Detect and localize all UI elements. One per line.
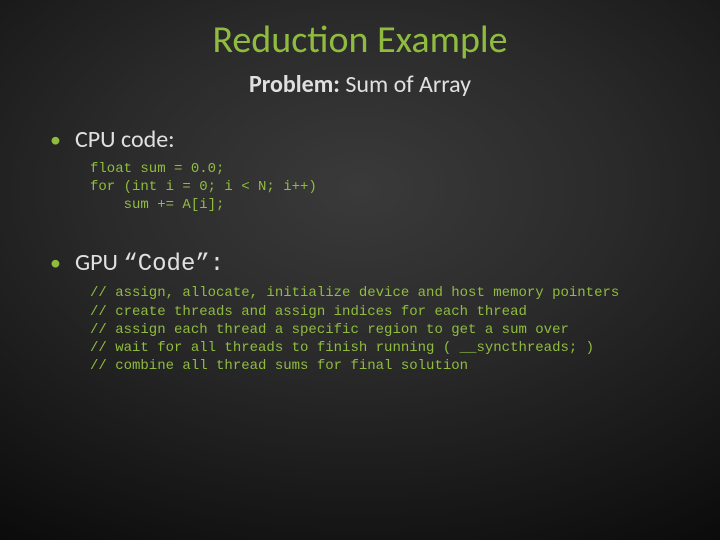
bullet-gpu-prefix: GPU [75, 248, 123, 277]
bullet-gpu-text: GPU “Code”: [75, 248, 224, 278]
subtitle-value: Sum of Array [340, 70, 471, 99]
bullet-gpu: • GPU “Code”: [50, 248, 670, 278]
bullet-gpu-code-word: “Code”: [123, 251, 224, 278]
bullet-dot-icon: • [50, 129, 61, 151]
code-gpu: // assign, allocate, initialize device a… [90, 284, 670, 375]
slide-title: Reduction Example [0, 20, 720, 62]
slide: Reduction Example Problem: Sum of Array … [0, 0, 720, 540]
spacer [50, 214, 670, 248]
bullet-cpu: • CPU code: [50, 125, 670, 154]
slide-content: • CPU code: float sum = 0.0; for (int i … [0, 99, 720, 376]
code-cpu: float sum = 0.0; for (int i = 0; i < N; … [90, 160, 670, 215]
bullet-cpu-text: CPU code: [75, 125, 175, 154]
bullet-dot-icon: • [50, 252, 61, 274]
slide-subtitle: Problem: Sum of Array [0, 70, 720, 99]
subtitle-label: Problem: [249, 70, 340, 99]
